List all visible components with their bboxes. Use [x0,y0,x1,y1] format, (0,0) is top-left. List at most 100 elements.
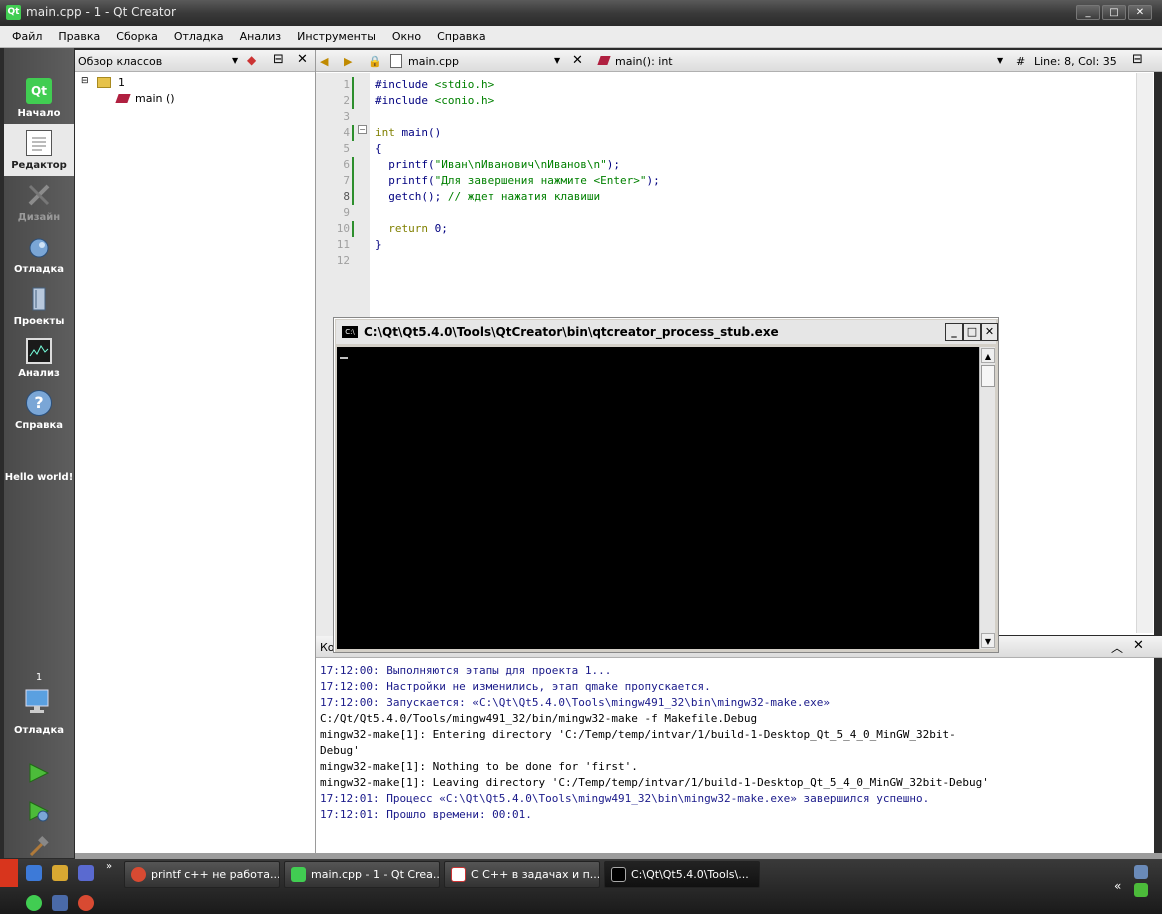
save-icon[interactable] [78,865,94,881]
mode-projects[interactable]: Проекты [4,280,74,332]
folder-icon[interactable] [52,865,68,881]
scroll-thumb[interactable] [981,365,995,387]
menu-tools[interactable]: Инструменты [289,30,384,43]
taskbar-item-label: C:\Qt\Qt5.4.0\Tools\... [631,868,749,881]
maximize-button[interactable]: □ [1102,5,1126,20]
mode-debug[interactable]: Отладка [4,228,74,280]
back-arrow-icon[interactable]: ◀ [320,55,328,68]
minimize-button[interactable]: _ [1076,5,1100,20]
monitor-icon[interactable] [24,688,54,716]
method-icon [115,94,131,103]
line-number: 12 [336,254,350,267]
menu-help[interactable]: Справка [429,30,493,43]
collapse-icon[interactable]: ⊟ [81,76,89,86]
title-bar: Qt main.cpp - 1 - Qt Creator _ □ ✕ [0,0,1162,26]
close-icon[interactable]: ✕ [297,52,308,67]
file-name[interactable]: main.cpp [408,55,459,68]
class-view-title[interactable]: Обзор классов [78,55,162,68]
mode-help[interactable]: ? Справка [4,384,74,436]
tray-app-icon[interactable] [1134,883,1148,897]
menu-debug[interactable]: Отладка [166,30,232,43]
ie-icon[interactable] [26,865,42,881]
taskbar-item-qtcreator[interactable]: main.cpp - 1 - Qt Crea... [284,861,440,888]
console-maximize-button[interactable]: □ [963,323,981,341]
change-marker [352,157,354,173]
mode-design[interactable]: Дизайн [4,176,74,228]
taskbar-item-label: main.cpp - 1 - Qt Crea... [311,868,440,881]
code-line[interactable]: #include <conio.h> [375,94,494,107]
mode-editor[interactable]: Редактор [4,124,74,176]
chevron-down-icon[interactable]: ▼ [232,56,238,65]
line-number: 9 [343,206,350,219]
symbol-dropdown-icon[interactable]: ▼ [997,56,1003,65]
network-icon[interactable] [1134,865,1148,879]
menu-edit[interactable]: Правка [50,30,108,43]
start-button[interactable] [0,859,18,887]
menu-window[interactable]: Окно [384,30,429,43]
forward-arrow-icon[interactable]: ▶ [344,55,352,68]
file-dropdown-icon[interactable]: ▼ [554,56,560,65]
build-hammer-icon[interactable] [28,836,50,859]
console-window: C:\ C:\Qt\Qt5.4.0\Tools\QtCreator\bin\qt… [333,317,999,653]
console-scrollbar[interactable]: ▲ ▼ [979,347,995,649]
change-marker [352,189,354,205]
editor-scrollbar[interactable] [1136,73,1153,633]
code-line[interactable]: return 0; [375,222,448,235]
more-icon[interactable]: » [106,861,112,872]
tree-item-main[interactable]: main () [135,92,175,105]
menu-build[interactable]: Сборка [108,30,166,43]
taskbar-item-label: С C++ в задачах и п... [471,868,600,881]
tray-expand-icon[interactable]: « [1114,879,1121,893]
symbol-selector[interactable]: main(): int [615,55,673,68]
debug-run-icon[interactable] [28,800,50,825]
split-icon[interactable]: ⊟ [273,52,284,67]
taskbar-item-console[interactable]: C:\Qt\Qt5.4.0\Tools\... [604,861,760,888]
close-button[interactable]: ✕ [1128,5,1152,20]
method-icon [597,56,611,65]
taskbar-item-pdf[interactable]: С C++ в задачах и п... [444,861,600,888]
menu-file[interactable]: Файл [4,30,50,43]
tree-root[interactable]: 1 [118,76,125,89]
console-close-button[interactable]: ✕ [981,323,998,341]
code-line[interactable]: } [375,238,382,251]
kit-label: Отладка [14,725,64,736]
mode-analyze[interactable]: Анализ [4,332,74,384]
sync-icon[interactable]: ◆ [247,53,256,67]
qt-quick-icon[interactable] [26,895,42,911]
change-marker [352,93,354,109]
console-title-bar[interactable]: C:\ C:\Qt\Qt5.4.0\Tools\QtCreator\bin\qt… [336,320,998,344]
close-file-icon[interactable]: ✕ [572,53,583,68]
line-number: 3 [343,110,350,123]
maximize-pane-icon[interactable]: ︿ [1111,639,1123,656]
excel-icon[interactable] [52,895,68,911]
mode-welcome[interactable]: Qt Начало [4,72,74,124]
help-icon: ? [26,390,52,416]
mode-projects-label: Проекты [13,316,65,327]
code-line[interactable]: printf("Иван\nИванович\nИванов\n"); [375,158,620,171]
scroll-down-icon[interactable]: ▼ [981,633,995,648]
code-line[interactable]: int main() [375,126,441,139]
code-line[interactable]: { [375,142,382,155]
pencil-ruler-icon [26,182,52,208]
console-output[interactable] [337,347,979,649]
hash-label: # [1016,55,1026,68]
output-line: mingw32-make[1]: Leaving directory 'C:/T… [320,776,989,789]
line-number: 2 [343,94,350,107]
console-minimize-button[interactable]: _ [945,323,963,341]
run-icon[interactable] [28,762,50,787]
split-icon[interactable]: ⊟ [1132,52,1143,67]
close-pane-icon[interactable]: ✕ [1133,638,1144,653]
menu-analyze[interactable]: Анализ [232,30,290,43]
code-line[interactable]: #include <stdio.h> [375,78,494,91]
taskbar-item-browser[interactable]: printf c++ не работа... [124,861,280,888]
mode-editor-label: Редактор [11,160,67,171]
fold-toggle-icon[interactable]: − [358,125,367,134]
scroll-up-icon[interactable]: ▲ [981,348,995,363]
file-icon [390,54,402,68]
output-line: 17:12:01: Процесс «C:\Qt\Qt5.4.0\Tools\m… [320,792,930,805]
mode-help-label: Справка [14,420,64,431]
code-line[interactable]: printf("Для завершения нажмите <Enter>")… [375,174,660,187]
change-marker [352,221,354,237]
chrome-icon[interactable] [78,895,94,911]
code-line[interactable]: getch(); // ждет нажатия клавиши [375,190,600,203]
